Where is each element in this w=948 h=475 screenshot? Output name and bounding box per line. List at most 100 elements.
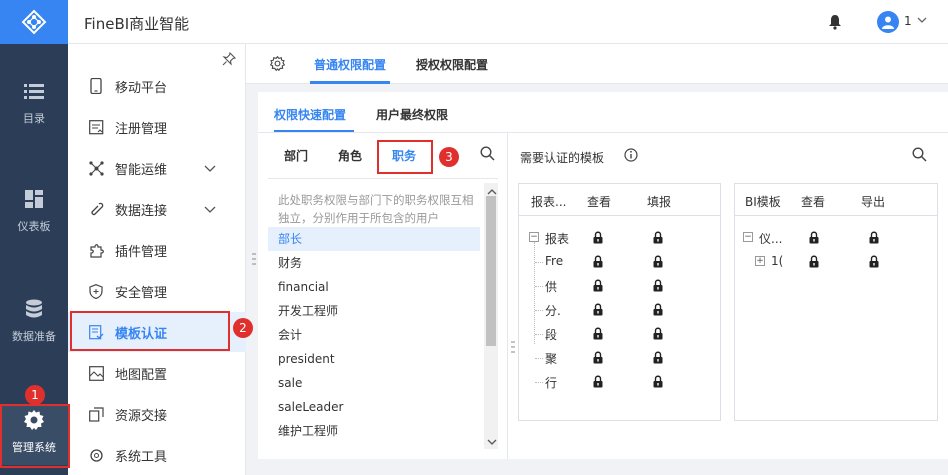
collapse-icon[interactable]: − (743, 232, 753, 242)
submenu-label: 数据连接 (115, 203, 168, 219)
tree-line (535, 358, 543, 359)
tree-row[interactable]: − 报表 (519, 226, 720, 250)
post-item[interactable]: financial (268, 275, 480, 299)
link-icon (88, 201, 104, 217)
tree-line (535, 310, 543, 311)
highlight-box-admin (0, 404, 70, 468)
category-pane: 部门 角色 职务 此处职务权限与部门下的职务权限互相独立，分别作用于所包含的用户… (258, 133, 508, 459)
nav-item-data-prep[interactable]: 数据准备 (0, 298, 68, 344)
lock-icon[interactable] (809, 231, 819, 247)
scrollbar-thumb[interactable] (486, 196, 496, 346)
tree-row[interactable]: + 1( (735, 250, 937, 274)
lock-icon[interactable] (653, 351, 663, 367)
bell-icon[interactable] (828, 14, 842, 33)
submenu-label: 地图配置 (115, 367, 168, 383)
lock-icon[interactable] (809, 255, 819, 271)
nav-item-catalog[interactable]: 目录 (0, 80, 68, 126)
resize-handle-icon[interactable] (511, 340, 515, 357)
lock-icon[interactable] (869, 231, 879, 247)
lock-icon[interactable] (593, 351, 603, 367)
post-item[interactable]: 维护工程师 (268, 419, 480, 443)
submenu-label: 注册管理 (115, 121, 168, 137)
lock-icon[interactable] (869, 255, 879, 271)
submenu-item-map[interactable]: 地图配置 (68, 353, 246, 393)
lock-icon[interactable] (593, 231, 603, 247)
submenu-item-transfer[interactable]: 资源交接 (68, 394, 246, 434)
avatar[interactable] (877, 11, 899, 33)
bi-permission-panel: BI模板 查看 导出 − 仪... + 1( (734, 183, 938, 421)
tab-normal-permission[interactable]: 普通权限配置 (314, 56, 386, 73)
search-icon[interactable] (480, 146, 495, 164)
lock-icon[interactable] (653, 327, 663, 343)
chevron-down-icon[interactable] (204, 162, 216, 178)
subtab-quick-config[interactable]: 权限快速配置 (274, 106, 346, 123)
scroll-up-icon[interactable] (487, 185, 497, 199)
search-icon[interactable] (912, 147, 927, 165)
submenu-item-security[interactable]: 安全管理 (68, 271, 246, 311)
submenu-item-plugins[interactable]: 插件管理 (68, 230, 246, 270)
post-item[interactable]: 会计 (268, 323, 480, 347)
step-badge: 1 (25, 385, 45, 405)
lock-icon[interactable] (653, 255, 663, 271)
column-header: 查看 (587, 195, 612, 209)
lock-icon[interactable] (593, 303, 603, 319)
submenu-label: 插件管理 (115, 244, 168, 260)
lock-icon[interactable] (653, 279, 663, 295)
tree-label: 行 (545, 376, 558, 390)
username[interactable]: 1 (904, 14, 912, 28)
submenu-item-ops[interactable]: 智能运维 (68, 148, 246, 188)
submenu-item-mobile[interactable]: 移动平台 (68, 66, 246, 106)
info-icon[interactable] (624, 148, 638, 165)
chevron-down-icon[interactable] (204, 203, 216, 219)
nav-label: 仪表板 (17, 220, 51, 233)
column-header: BI模板 (745, 195, 781, 209)
tree-line (535, 382, 543, 383)
nav-label: 数据准备 (12, 330, 56, 343)
settings-gear-icon[interactable] (269, 55, 286, 74)
tree-row[interactable]: 供 (519, 274, 720, 298)
nav-item-dashboard[interactable]: 仪表板 (0, 188, 68, 234)
submenu-label: 资源交接 (115, 408, 168, 424)
post-item[interactable]: 开发工程师 (268, 299, 480, 323)
lock-icon[interactable] (593, 327, 603, 343)
post-hint-text: 此处职务权限与部门下的职务权限互相独立，分别作用于所包含的用户 (278, 193, 474, 225)
post-item[interactable]: sale (268, 371, 480, 395)
submenu-item-tools[interactable]: 系统工具 (68, 435, 246, 475)
tree-row[interactable]: − 仪... (735, 226, 937, 250)
tree-row[interactable]: 聚 (519, 346, 720, 370)
tree-row[interactable]: 分. (519, 298, 720, 322)
tree-row[interactable]: 段 (519, 322, 720, 346)
lock-icon[interactable] (653, 375, 663, 391)
finebi-logo-icon[interactable] (0, 0, 68, 44)
post-item[interactable]: 财务 (268, 251, 480, 275)
post-item[interactable]: 部长 (268, 227, 480, 251)
post-item[interactable]: president (268, 347, 480, 371)
tab-grant-permission[interactable]: 授权权限配置 (416, 56, 488, 73)
step-badge: 3 (439, 147, 459, 167)
subtab-final-permission[interactable]: 用户最终权限 (376, 106, 448, 123)
lock-icon[interactable] (653, 303, 663, 319)
bi-table-header: BI模板 查看 导出 (735, 184, 937, 216)
scroll-down-icon[interactable] (487, 435, 497, 449)
shield-icon (88, 283, 104, 299)
lock-icon[interactable] (593, 279, 603, 295)
tree-label: 报表 (545, 232, 570, 246)
submenu-item-data-connection[interactable]: 数据连接 (68, 189, 246, 229)
submenu-item-register[interactable]: 注册管理 (68, 107, 246, 147)
lock-icon[interactable] (653, 231, 663, 247)
app-title: FineBI商业智能 (84, 15, 190, 33)
resize-handle-icon[interactable] (252, 252, 256, 269)
collapse-icon[interactable]: − (529, 232, 539, 242)
tree-row[interactable]: Fre (519, 250, 720, 274)
post-item[interactable]: saleLeader (268, 395, 480, 419)
chevron-down-icon[interactable] (916, 14, 928, 29)
tree-label: 聚 (545, 352, 558, 366)
nav-label: 目录 (23, 112, 45, 125)
expand-icon[interactable]: + (755, 256, 765, 266)
lock-icon[interactable] (593, 255, 603, 271)
category-tab-dept[interactable]: 部门 (284, 147, 308, 164)
tree-row[interactable]: 行 (519, 370, 720, 394)
lock-icon[interactable] (593, 375, 603, 391)
report-permission-panel: 报表... 查看 填报 − 报表 Fre 供 分. 段 聚 行 (518, 183, 721, 421)
category-tab-role[interactable]: 角色 (338, 147, 362, 164)
